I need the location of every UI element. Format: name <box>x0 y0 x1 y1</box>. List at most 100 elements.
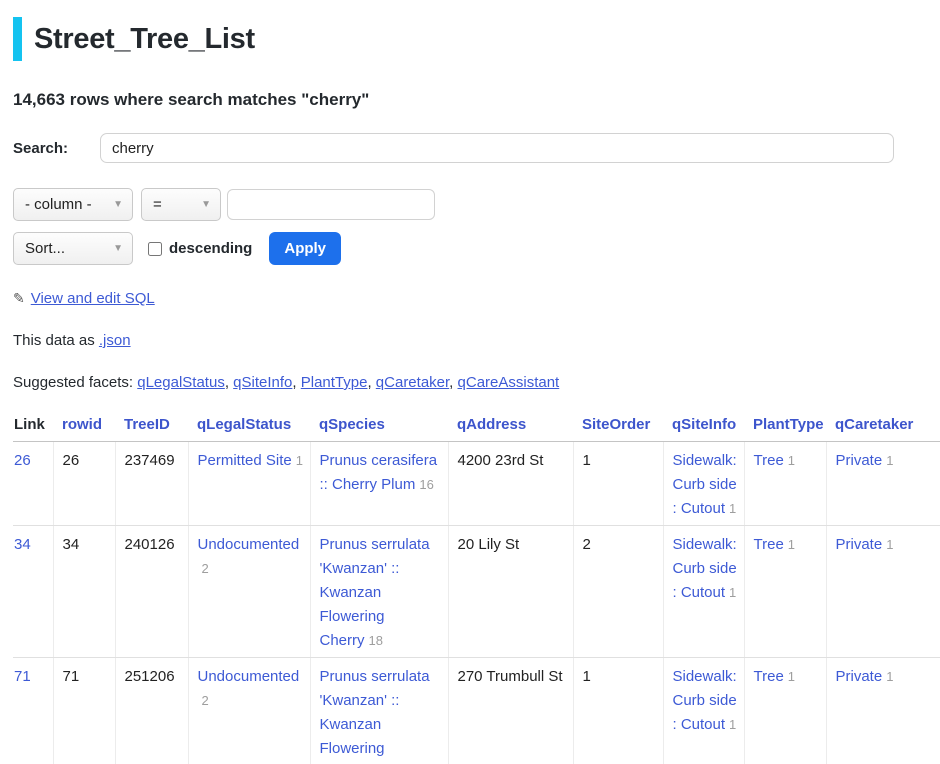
column-header-qsiteinfo: qSiteInfo <box>663 411 744 442</box>
cell-rowid: 71 <box>53 658 115 764</box>
facet-value-link[interactable]: Tree <box>754 668 784 685</box>
suggested-facets: Suggested facets: qLegalStatus, qSiteInf… <box>13 374 927 391</box>
cell-treeid: 251206 <box>115 658 188 764</box>
apply-button[interactable]: Apply <box>269 232 341 265</box>
accent-bar <box>13 17 22 61</box>
facet-value-link[interactable]: Sidewalk: Curb side : Cutout <box>673 452 737 517</box>
facet-value-link[interactable]: Private <box>836 452 883 469</box>
column-select-value: - column - <box>25 196 92 213</box>
sql-line: ✎ View and edit SQL <box>13 290 927 307</box>
cell-planttype: Tree1 <box>744 658 826 764</box>
view-edit-sql-link[interactable]: View and edit SQL <box>31 290 155 307</box>
json-link[interactable]: .json <box>99 332 131 349</box>
header-row: Link rowid TreeID qLegalStatus qSpecies … <box>13 411 940 442</box>
facet-value-link[interactable]: Private <box>836 536 883 553</box>
column-select[interactable]: - column - ▼ <box>13 188 133 221</box>
filter-row: - column - ▼ = ▼ <box>13 188 927 221</box>
facet-count: 1 <box>788 453 795 468</box>
sort-by-rowid[interactable]: rowid <box>62 416 102 433</box>
column-header-link: Link <box>13 411 53 442</box>
cell-qsiteinfo: Sidewalk: Curb side : Cutout1 <box>663 658 744 764</box>
column-header-qlegalstatus: qLegalStatus <box>188 411 310 442</box>
cell-siteorder: 2 <box>573 526 663 658</box>
cell-qlegalstatus: Undocumented 2 <box>188 526 310 658</box>
facet-count: 1 <box>729 717 736 732</box>
pencil-icon: ✎ <box>13 290 25 306</box>
chevron-down-icon: ▼ <box>201 199 211 210</box>
facet-link-qcaretaker[interactable]: qCaretaker <box>376 374 449 391</box>
descending-label: descending <box>169 240 252 257</box>
cell-qlegalstatus: Permitted Site1 <box>188 442 310 526</box>
table-row: 71 71 251206 Undocumented2 Prunus serrul… <box>13 658 940 764</box>
facet-count: 1 <box>729 585 736 600</box>
row-detail-link[interactable]: 34 <box>14 536 31 553</box>
facet-value-link[interactable]: Undocumented <box>198 668 300 685</box>
facet-link-qlegalstatus[interactable]: qLegalStatus <box>137 374 225 391</box>
sort-by-siteorder[interactable]: SiteOrder <box>582 416 650 433</box>
sort-by-qsiteinfo[interactable]: qSiteInfo <box>672 416 736 433</box>
facet-value-link[interactable]: Permitted Site <box>198 452 292 469</box>
facet-link-qcareassistant[interactable]: qCareAssistant <box>458 374 560 391</box>
descending-checkbox[interactable] <box>148 242 162 256</box>
cell-treeid: 240126 <box>115 526 188 658</box>
search-label: Search: <box>13 140 100 157</box>
cell-qspecies: Prunus cerasifera :: Cherry Plum16 <box>310 442 448 526</box>
facet-value-link[interactable]: Sidewalk: Curb side : Cutout <box>673 536 737 601</box>
cell-rowid: 34 <box>53 526 115 658</box>
sort-by-treeid[interactable]: TreeID <box>124 416 170 433</box>
facet-separator: , <box>292 374 300 391</box>
facet-value-link[interactable]: Tree <box>754 536 784 553</box>
facet-count: 1 <box>788 537 795 552</box>
operator-select[interactable]: = ▼ <box>141 188 221 221</box>
facet-value-link[interactable]: Sidewalk: Curb side : Cutout <box>673 668 737 733</box>
cell-qcaretaker: Private1 <box>826 658 940 764</box>
facet-count: 1 <box>886 537 893 552</box>
data-export-line: This data as .json <box>13 332 927 349</box>
sort-by-qcaretaker[interactable]: qCaretaker <box>835 416 913 433</box>
facet-value-link[interactable]: Tree <box>754 452 784 469</box>
cell-qspecies: Prunus serrulata 'Kwanzan' :: Kwanzan Fl… <box>310 658 448 764</box>
chevron-down-icon: ▼ <box>113 199 123 210</box>
table-row: 34 34 240126 Undocumented 2 Prunus serrul… <box>13 526 940 658</box>
sort-select[interactable]: Sort... ▼ <box>13 232 133 265</box>
column-header-qaddress: qAddress <box>448 411 573 442</box>
search-input[interactable] <box>100 133 894 163</box>
facet-separator: , <box>367 374 375 391</box>
chevron-down-icon: ▼ <box>113 243 123 254</box>
sort-by-qspecies[interactable]: qSpecies <box>319 416 385 433</box>
cell-qsiteinfo: Sidewalk: Curb side : Cutout1 <box>663 442 744 526</box>
facet-value-link[interactable]: Private <box>836 668 883 685</box>
sort-by-qlegalstatus[interactable]: qLegalStatus <box>197 416 291 433</box>
facets-prefix: Suggested facets: <box>13 374 137 391</box>
facet-value-link[interactable]: Prunus serrulata 'Kwanzan' :: Kwanzan Fl… <box>320 668 430 764</box>
sort-by-planttype[interactable]: PlantType <box>753 416 824 433</box>
column-header-qspecies: qSpecies <box>310 411 448 442</box>
cell-planttype: Tree 1 <box>744 526 826 658</box>
cell-link: 26 <box>13 442 53 526</box>
page: Street_Tree_List 14,663 rows where searc… <box>0 17 940 764</box>
cell-qaddress: 270 Trumbull St <box>448 658 573 764</box>
page-title: Street_Tree_List <box>34 17 255 61</box>
facet-separator: , <box>449 374 457 391</box>
sort-by-qaddress[interactable]: qAddress <box>457 416 526 433</box>
facet-value-link[interactable]: Undocumented <box>198 536 300 553</box>
cell-qaddress: 4200 23rd St <box>448 442 573 526</box>
facet-link-qsiteinfo[interactable]: qSiteInfo <box>233 374 292 391</box>
facet-count: 1 <box>886 669 893 684</box>
cell-siteorder: 1 <box>573 658 663 764</box>
cell-siteorder: 1 <box>573 442 663 526</box>
row-count-summary: 14,663 rows where search matches "cherry… <box>13 90 927 110</box>
cell-planttype: Tree 1 <box>744 442 826 526</box>
column-header-treeid: TreeID <box>115 411 188 442</box>
sort-select-value: Sort... <box>25 240 65 257</box>
facet-link-planttype[interactable]: PlantType <box>301 374 368 391</box>
row-detail-link[interactable]: 26 <box>14 452 31 469</box>
filter-value-input[interactable] <box>227 189 435 220</box>
cell-link: 71 <box>13 658 53 764</box>
cell-qspecies: Prunus serrulata 'Kwanzan' :: Kwanzan Fl… <box>310 526 448 658</box>
facet-count: 2 <box>202 561 209 576</box>
facet-separator: , <box>225 374 233 391</box>
cell-qsiteinfo: Sidewalk: Curb side : Cutout1 <box>663 526 744 658</box>
operator-select-value: = <box>153 196 162 213</box>
row-detail-link[interactable]: 71 <box>14 668 31 685</box>
